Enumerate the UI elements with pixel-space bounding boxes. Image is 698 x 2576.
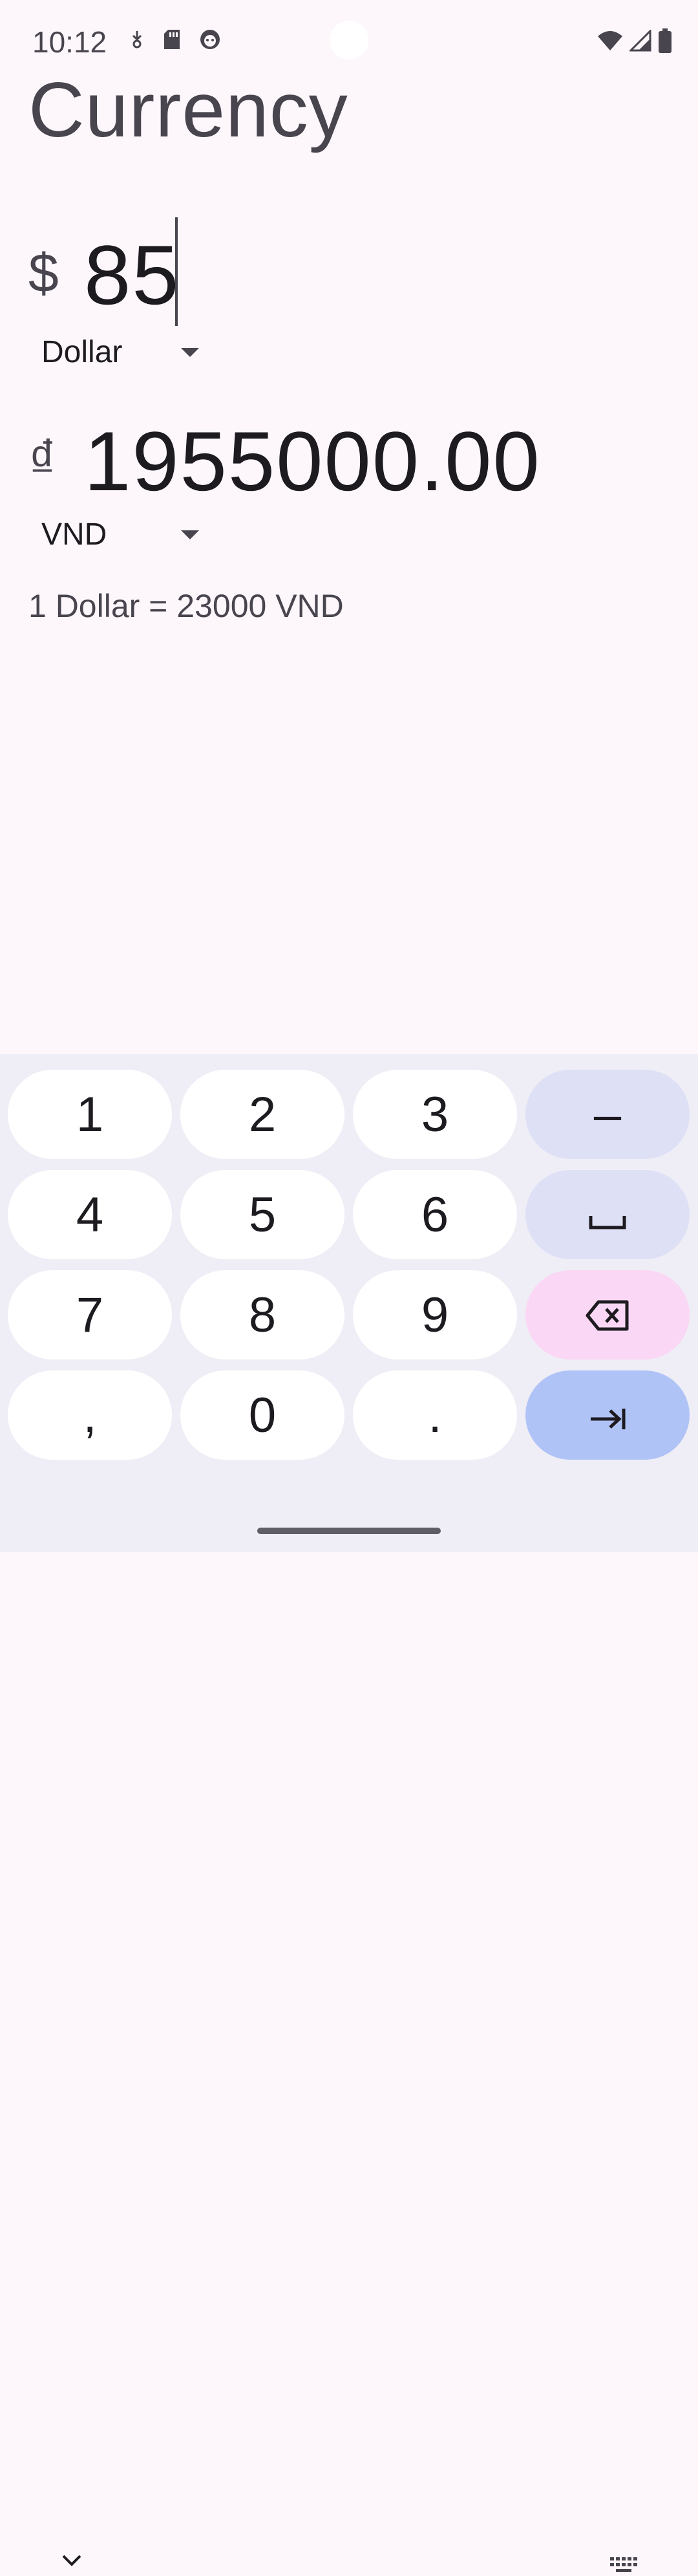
camera-cutout bbox=[330, 21, 368, 60]
dropdown-arrow-icon bbox=[181, 348, 199, 357]
from-currency-symbol: $ bbox=[28, 243, 59, 303]
status-time: 10:12 bbox=[32, 25, 107, 59]
key-dot[interactable]: . bbox=[353, 1370, 517, 1460]
sd-card-icon bbox=[163, 28, 181, 54]
from-amount-input[interactable]: 85 bbox=[84, 233, 180, 317]
key-comma[interactable]: , bbox=[8, 1370, 172, 1460]
text-cursor bbox=[175, 217, 178, 326]
from-currency-dropdown[interactable]: Dollar bbox=[41, 332, 203, 371]
face-icon bbox=[199, 28, 221, 54]
space-icon bbox=[588, 1187, 627, 1243]
hide-keyboard-icon[interactable] bbox=[61, 2553, 83, 2571]
page-title: Currency bbox=[28, 67, 348, 153]
key-8[interactable]: 8 bbox=[180, 1270, 344, 1359]
status-icons-left bbox=[129, 28, 221, 54]
signal-icon bbox=[628, 28, 651, 55]
download-icon bbox=[129, 30, 145, 52]
key-backspace[interactable] bbox=[525, 1270, 690, 1359]
key-space[interactable] bbox=[525, 1170, 690, 1259]
to-amount-output[interactable]: 1955000.00 bbox=[84, 419, 541, 503]
exchange-rate-text: 1 Dollar = 23000 VND bbox=[28, 588, 344, 624]
key-4[interactable]: 4 bbox=[8, 1170, 172, 1259]
key-3[interactable]: 3 bbox=[353, 1070, 517, 1159]
keyboard-switch-icon[interactable] bbox=[610, 2557, 639, 2576]
status-icons-right bbox=[597, 28, 672, 56]
wifi-icon bbox=[597, 30, 623, 55]
tab-enter-icon bbox=[588, 1387, 627, 1444]
key-0[interactable]: 0 bbox=[180, 1370, 344, 1460]
key-next[interactable] bbox=[525, 1370, 690, 1460]
key-6[interactable]: 6 bbox=[353, 1170, 517, 1259]
backspace-icon bbox=[586, 1287, 629, 1343]
to-currency-symbol: ₫ bbox=[28, 429, 57, 490]
key-minus[interactable]: – bbox=[525, 1070, 690, 1159]
key-9[interactable]: 9 bbox=[353, 1270, 517, 1359]
key-2[interactable]: 2 bbox=[180, 1070, 344, 1159]
from-currency-label: Dollar bbox=[41, 334, 123, 369]
numeric-keyboard: 1 2 3 – 4 5 6 7 8 9 , 0 . bbox=[0, 1054, 698, 2572]
battery-icon bbox=[658, 28, 672, 56]
key-5[interactable]: 5 bbox=[180, 1170, 344, 1259]
gesture-nav-handle[interactable] bbox=[257, 1528, 441, 1534]
dropdown-arrow-icon bbox=[181, 530, 199, 539]
to-currency-dropdown[interactable]: VND bbox=[41, 515, 203, 554]
key-1[interactable]: 1 bbox=[8, 1070, 172, 1159]
key-7[interactable]: 7 bbox=[8, 1270, 172, 1359]
to-currency-label: VND bbox=[41, 517, 107, 552]
